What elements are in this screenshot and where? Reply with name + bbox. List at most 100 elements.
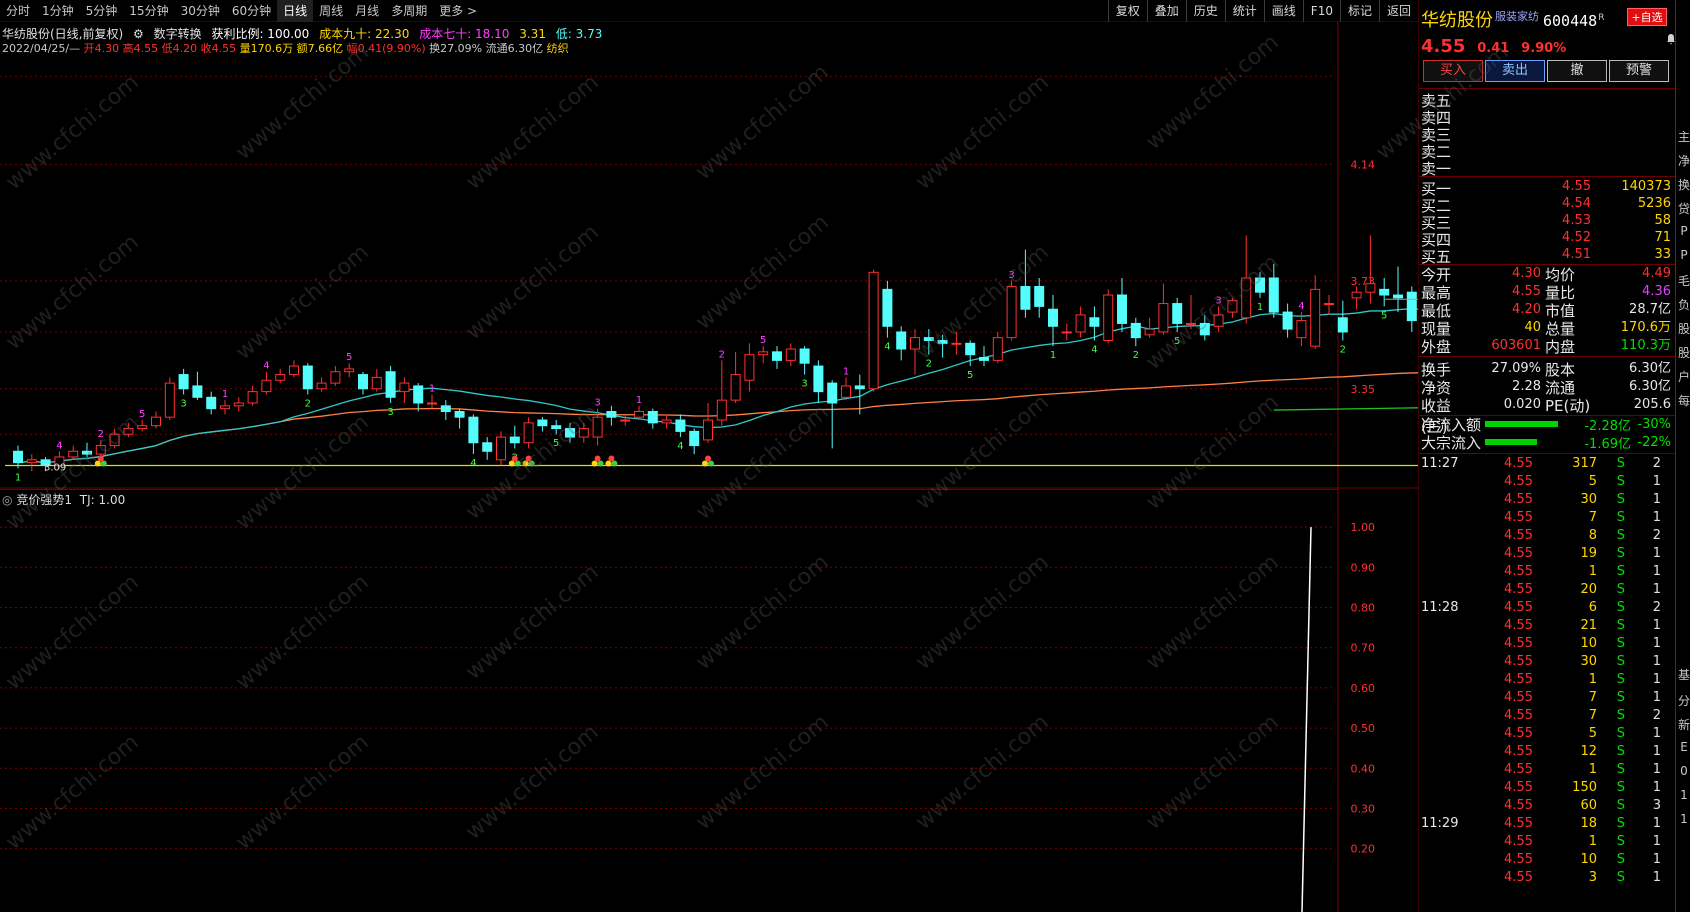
stat-value: 6.30亿 [1629,379,1671,394]
tool-button[interactable]: 画线 [1263,0,1303,22]
timeframe-tabs: 分时 1分钟 5分钟 15分钟 30分钟 60分钟 日线 周线 月线 多周期 更多 > [0,0,483,22]
ask-price [1491,158,1591,176]
strip-label: 毛 [1677,274,1690,288]
price-quote: 4.55 0.41 9.90% [1421,36,1566,57]
tick-volume: 5 [1588,474,1597,489]
bid-row: 买二 4.54 5236 [1421,195,1671,215]
tick-side: S [1616,708,1625,723]
timeframe-tab[interactable]: 分时 [0,0,36,22]
candlestick-chart[interactable]: 4.143.733.351425314253142531425314253142… [0,22,1418,489]
digit-marker: 2 [1340,344,1346,355]
timeframe-tab[interactable]: 更多 > [433,0,483,22]
ask-row: 卖三 [1421,124,1671,144]
tick-side: S [1616,456,1625,471]
candle-body [1227,300,1238,313]
digit-marker: 1 [429,383,435,394]
timeframe-tab[interactable]: 日线 [277,0,314,22]
timeframe-tab[interactable]: 15分钟 [123,0,174,22]
timeframe-tab[interactable]: 1分钟 [36,0,80,22]
signal-icon [702,460,708,467]
candle-body [854,385,865,390]
tick-count: 1 [1652,672,1661,687]
digit-marker: 3 [1008,270,1014,281]
candle-body [247,391,258,404]
tick-price: 4.55 [1504,582,1533,597]
subchart-icon: ◎ [2,493,13,507]
strip-label: 新 [1677,718,1690,732]
alert-button[interactable]: 预警 [1609,60,1669,82]
stat-value: 4.55 [1512,284,1541,299]
strip-label: 贷 [1677,202,1690,216]
sell-button[interactable]: 卖出 [1485,60,1545,82]
strip-label: 净 [1677,154,1690,168]
timeframe-tab[interactable]: 60分钟 [226,0,277,22]
digit-marker: 5 [1174,336,1180,347]
candle-body [1006,286,1017,339]
candle-body [1020,286,1031,310]
candle-body [1406,291,1417,322]
tick-side: S [1616,870,1625,885]
stat-label: PE(动) [1545,397,1591,415]
sub-tick-label: 0.50 [1351,722,1376,735]
timeframe-tab[interactable]: 5分钟 [80,0,124,22]
ask-volume [1591,107,1671,125]
candle-body [1393,294,1403,299]
candle-body [716,399,727,421]
tick-row: 4.55 5 S 1 [1419,474,1675,491]
stock-category[interactable]: 服装家纺 [1495,8,1539,24]
subchart-title[interactable]: 竞价强势1 [16,493,72,507]
strip-label: 户 [1677,370,1690,384]
timeframe-tab[interactable]: 月线 [349,0,385,22]
candle-body [523,422,534,444]
candle-body [965,342,976,356]
tool-button[interactable]: 统计 [1224,0,1264,22]
timeframe-tab[interactable]: 周线 [313,0,349,22]
strip-label: 1 [1680,788,1688,802]
ma-short-line [17,308,1418,464]
stat-label: 现量 [1421,320,1452,338]
last-price: 4.55 [1421,36,1466,57]
add-favorite-button[interactable]: +自选 [1627,8,1667,26]
bid-volume: 58 [1654,213,1671,228]
bid-volume: 140373 [1621,179,1671,194]
candle-body [344,368,355,373]
candle-body [1255,277,1265,293]
signal-icon [508,460,515,467]
stat-row: 外盘 603601 内盘 110.3万 [1421,336,1671,356]
tool-button[interactable]: F10 [1302,0,1340,22]
signal-icon [528,460,535,467]
timeframe-tab[interactable]: 30分钟 [175,0,226,22]
tick-volume: 1 [1588,762,1597,777]
tick-count: 1 [1652,834,1661,849]
bid-volume: 71 [1654,230,1671,245]
tool-button[interactable]: 复权 [1107,0,1147,22]
tick-price: 4.55 [1504,654,1533,669]
buy-button[interactable]: 买入 [1423,60,1483,82]
tool-button[interactable]: 标记 [1339,0,1379,22]
tick-volume: 10 [1580,852,1597,867]
strip-label: 1 [1680,812,1688,826]
signal-icon [97,455,104,462]
candle-body [896,331,907,350]
candle-body [371,376,382,390]
candle-body [95,445,106,455]
tool-button[interactable]: 叠加 [1146,0,1186,22]
tool-button[interactable]: 历史 [1185,0,1225,22]
indicator-chart[interactable]: 1.00 0.90 0.80 0.70 0.60 0.50 0.40 0.30 0.20 [0,489,1418,912]
tick-count: 1 [1652,762,1661,777]
stat-label: 最高 [1421,284,1452,302]
timeframe-tab[interactable]: 多周期 [385,0,433,22]
candle-body [592,416,603,438]
candle-body [1048,308,1058,327]
flow-bar-track [1485,421,1571,427]
ask-label: 卖四 [1421,109,1452,127]
tick-price: 4.55 [1504,672,1533,687]
tick-row: 4.55 7 S 1 [1419,690,1675,707]
candle-body [1213,314,1224,327]
signal-icon [511,455,518,462]
tool-button[interactable]: 返回 [1378,0,1418,22]
cancel-order-button[interactable]: 撤 [1547,60,1607,82]
digit-marker: 4 [263,361,269,372]
signal-icon [611,460,618,467]
tick-volume: 12 [1580,744,1597,759]
